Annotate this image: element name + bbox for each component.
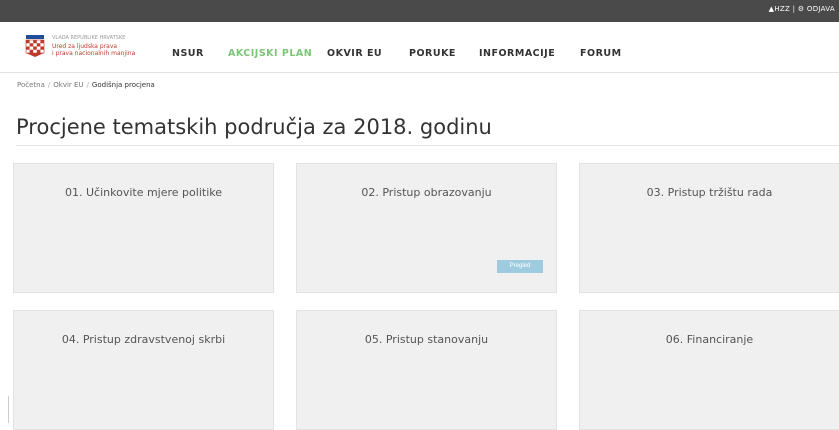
- card-ucinkovite-mjere[interactable]: 01. Učinkovite mjere politike: [13, 163, 274, 293]
- card-pristup-zdravstvenoj-skrbi[interactable]: 04. Pristup zdravstvenoj skrbi: [13, 310, 274, 430]
- nav-item-poruke[interactable]: PORUKE: [409, 48, 456, 59]
- logo-text[interactable]: VLADA REPUBLIKE HRVATSKE Ured za ljudska…: [52, 35, 135, 58]
- card-pristup-stanovanju[interactable]: 05. Pristup stanovanju: [296, 310, 557, 430]
- card-title: 05. Pristup stanovanju: [364, 333, 489, 346]
- user-logout-links[interactable]: ▲HZZ | ⚙ ODJAVA: [769, 5, 835, 13]
- card-title: 04. Pristup zdravstvenoj skrbi: [61, 333, 226, 346]
- breadcrumb-okvir-eu[interactable]: Okvir EU: [53, 81, 83, 89]
- top-bar: ▲HZZ | ⚙ ODJAVA: [0, 0, 839, 22]
- page-left-border: [8, 396, 9, 423]
- logo-line-1: VLADA REPUBLIKE HRVATSKE: [52, 35, 126, 41]
- site-header: VLADA REPUBLIKE HRVATSKE Ured za ljudska…: [0, 22, 839, 72]
- card-pristup-trzistu-rada[interactable]: 03. Pristup tržištu rada: [579, 163, 839, 293]
- header-divider: [0, 72, 839, 73]
- nav-item-informacije[interactable]: INFORMACIJE: [479, 48, 555, 59]
- page-title: Procjene tematskih područja za 2018. god…: [16, 115, 492, 139]
- breadcrumb-separator: /: [86, 81, 89, 89]
- breadcrumb-separator: /: [47, 81, 51, 89]
- card-title: 03. Pristup tržištu rada: [646, 186, 773, 199]
- nav-item-akcijski-plan[interactable]: AKCIJSKI PLAN: [228, 48, 312, 59]
- card-title: 06. Financiranje: [665, 333, 754, 346]
- breadcrumb-home[interactable]: Početna: [17, 81, 45, 89]
- logo-line-2: Ured za ljudska prava: [52, 42, 118, 50]
- nav-item-okvir-eu[interactable]: OKVIR EU: [327, 48, 382, 59]
- croatia-coat-of-arms-icon[interactable]: [24, 35, 46, 57]
- nav-item-forum[interactable]: FORUM: [580, 48, 622, 59]
- pregled-badge[interactable]: Pregled: [497, 260, 543, 273]
- card-title: 01. Učinkovite mjere politike: [65, 186, 222, 199]
- title-divider: [16, 145, 839, 146]
- breadcrumb-current: Godišnja procjena: [91, 81, 155, 89]
- nav-item-nsur[interactable]: NSUR: [172, 48, 204, 59]
- card-title: 02. Pristup obrazovanju: [361, 186, 492, 199]
- card-pristup-obrazovanju[interactable]: 02. Pristup obrazovanju Pregled: [296, 163, 557, 293]
- card-financiranje[interactable]: 06. Financiranje: [579, 310, 839, 430]
- breadcrumb: Početna / Okvir EU / Godišnja procjena: [17, 81, 155, 89]
- logo-line-3: i prava nacionalnih manjina: [52, 50, 136, 57]
